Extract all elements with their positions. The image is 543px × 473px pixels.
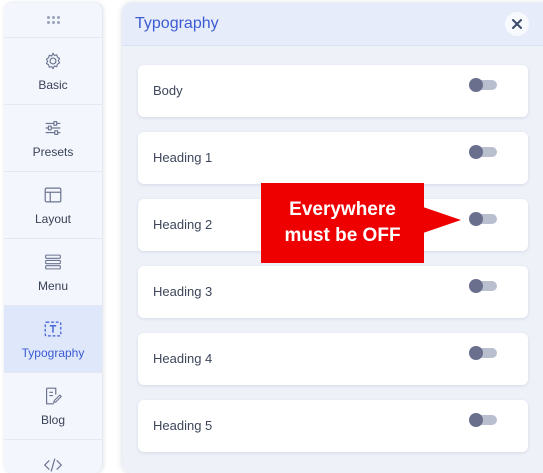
close-icon (512, 19, 522, 29)
toggle-switch[interactable] (469, 346, 497, 360)
callout-line-2: must be OFF (284, 225, 401, 246)
drag-handle[interactable] (4, 3, 102, 38)
code-icon (43, 458, 63, 472)
setting-row-body: Body (138, 65, 528, 117)
setting-label: Heading 5 (153, 418, 213, 433)
toggle-switch[interactable] (469, 145, 497, 159)
setting-row-heading-4: Heading 4 (138, 333, 528, 385)
sidebar-item-blog[interactable]: Blog (4, 373, 102, 440)
toggle-knob (469, 145, 483, 159)
blog-edit-icon (45, 387, 62, 405)
sliders-icon (45, 121, 61, 135)
close-button[interactable] (505, 12, 529, 36)
toggle-switch[interactable] (469, 78, 497, 92)
sidebar-item-label: Typography (21, 346, 85, 360)
sidebar-item-label: Basic (38, 78, 68, 92)
setting-label: Heading 4 (153, 351, 213, 366)
sidebar-item-label: Layout (34, 212, 72, 226)
toggle-knob (469, 413, 483, 427)
sidebar-item-layout[interactable]: Layout (4, 172, 102, 239)
panel-header: Typography (122, 3, 543, 46)
panel-title: Typography (135, 15, 219, 32)
text-box-icon (44, 321, 62, 337)
toggle-knob (469, 78, 483, 92)
setting-label: Heading 3 (153, 284, 213, 299)
annotation-callout: Everywhere must be OFF (261, 183, 424, 263)
setting-label: Heading 2 (153, 217, 213, 232)
menu-list-icon (45, 254, 61, 270)
setting-row-heading-3: Heading 3 (138, 266, 528, 318)
sidebar-item-label: Presets (32, 145, 74, 159)
toggle-switch[interactable] (469, 212, 497, 226)
sidebar-item-typography[interactable]: Typography (4, 306, 102, 373)
toggle-knob (469, 212, 483, 226)
sidebar-item-basic[interactable]: Basic (4, 38, 102, 105)
sidebar-item-label: Menu (37, 279, 69, 293)
sidebar-item-menu[interactable]: Menu (4, 239, 102, 306)
setting-label: Body (153, 83, 183, 98)
sidebar-item-presets[interactable]: Presets (4, 105, 102, 172)
toggle-knob (469, 279, 483, 293)
layout-icon (44, 187, 62, 203)
callout-arrow-icon (423, 207, 461, 233)
setting-row-heading-5: Heading 5 (138, 400, 528, 452)
setting-label: Heading 1 (153, 150, 213, 165)
sidebar-item-code[interactable] (4, 440, 102, 473)
toggle-switch[interactable] (469, 413, 497, 427)
setting-row-heading-1: Heading 1 (138, 132, 528, 184)
sidebar-item-label: Blog (40, 413, 66, 427)
toggle-switch[interactable] (469, 279, 497, 293)
callout-line-1: Everywhere (289, 199, 396, 220)
drag-dots-icon (46, 16, 60, 24)
sidebar: Basic Presets Layout Menu Typography Blo… (4, 3, 102, 473)
toggle-knob (469, 346, 483, 360)
gear-icon (45, 52, 61, 70)
